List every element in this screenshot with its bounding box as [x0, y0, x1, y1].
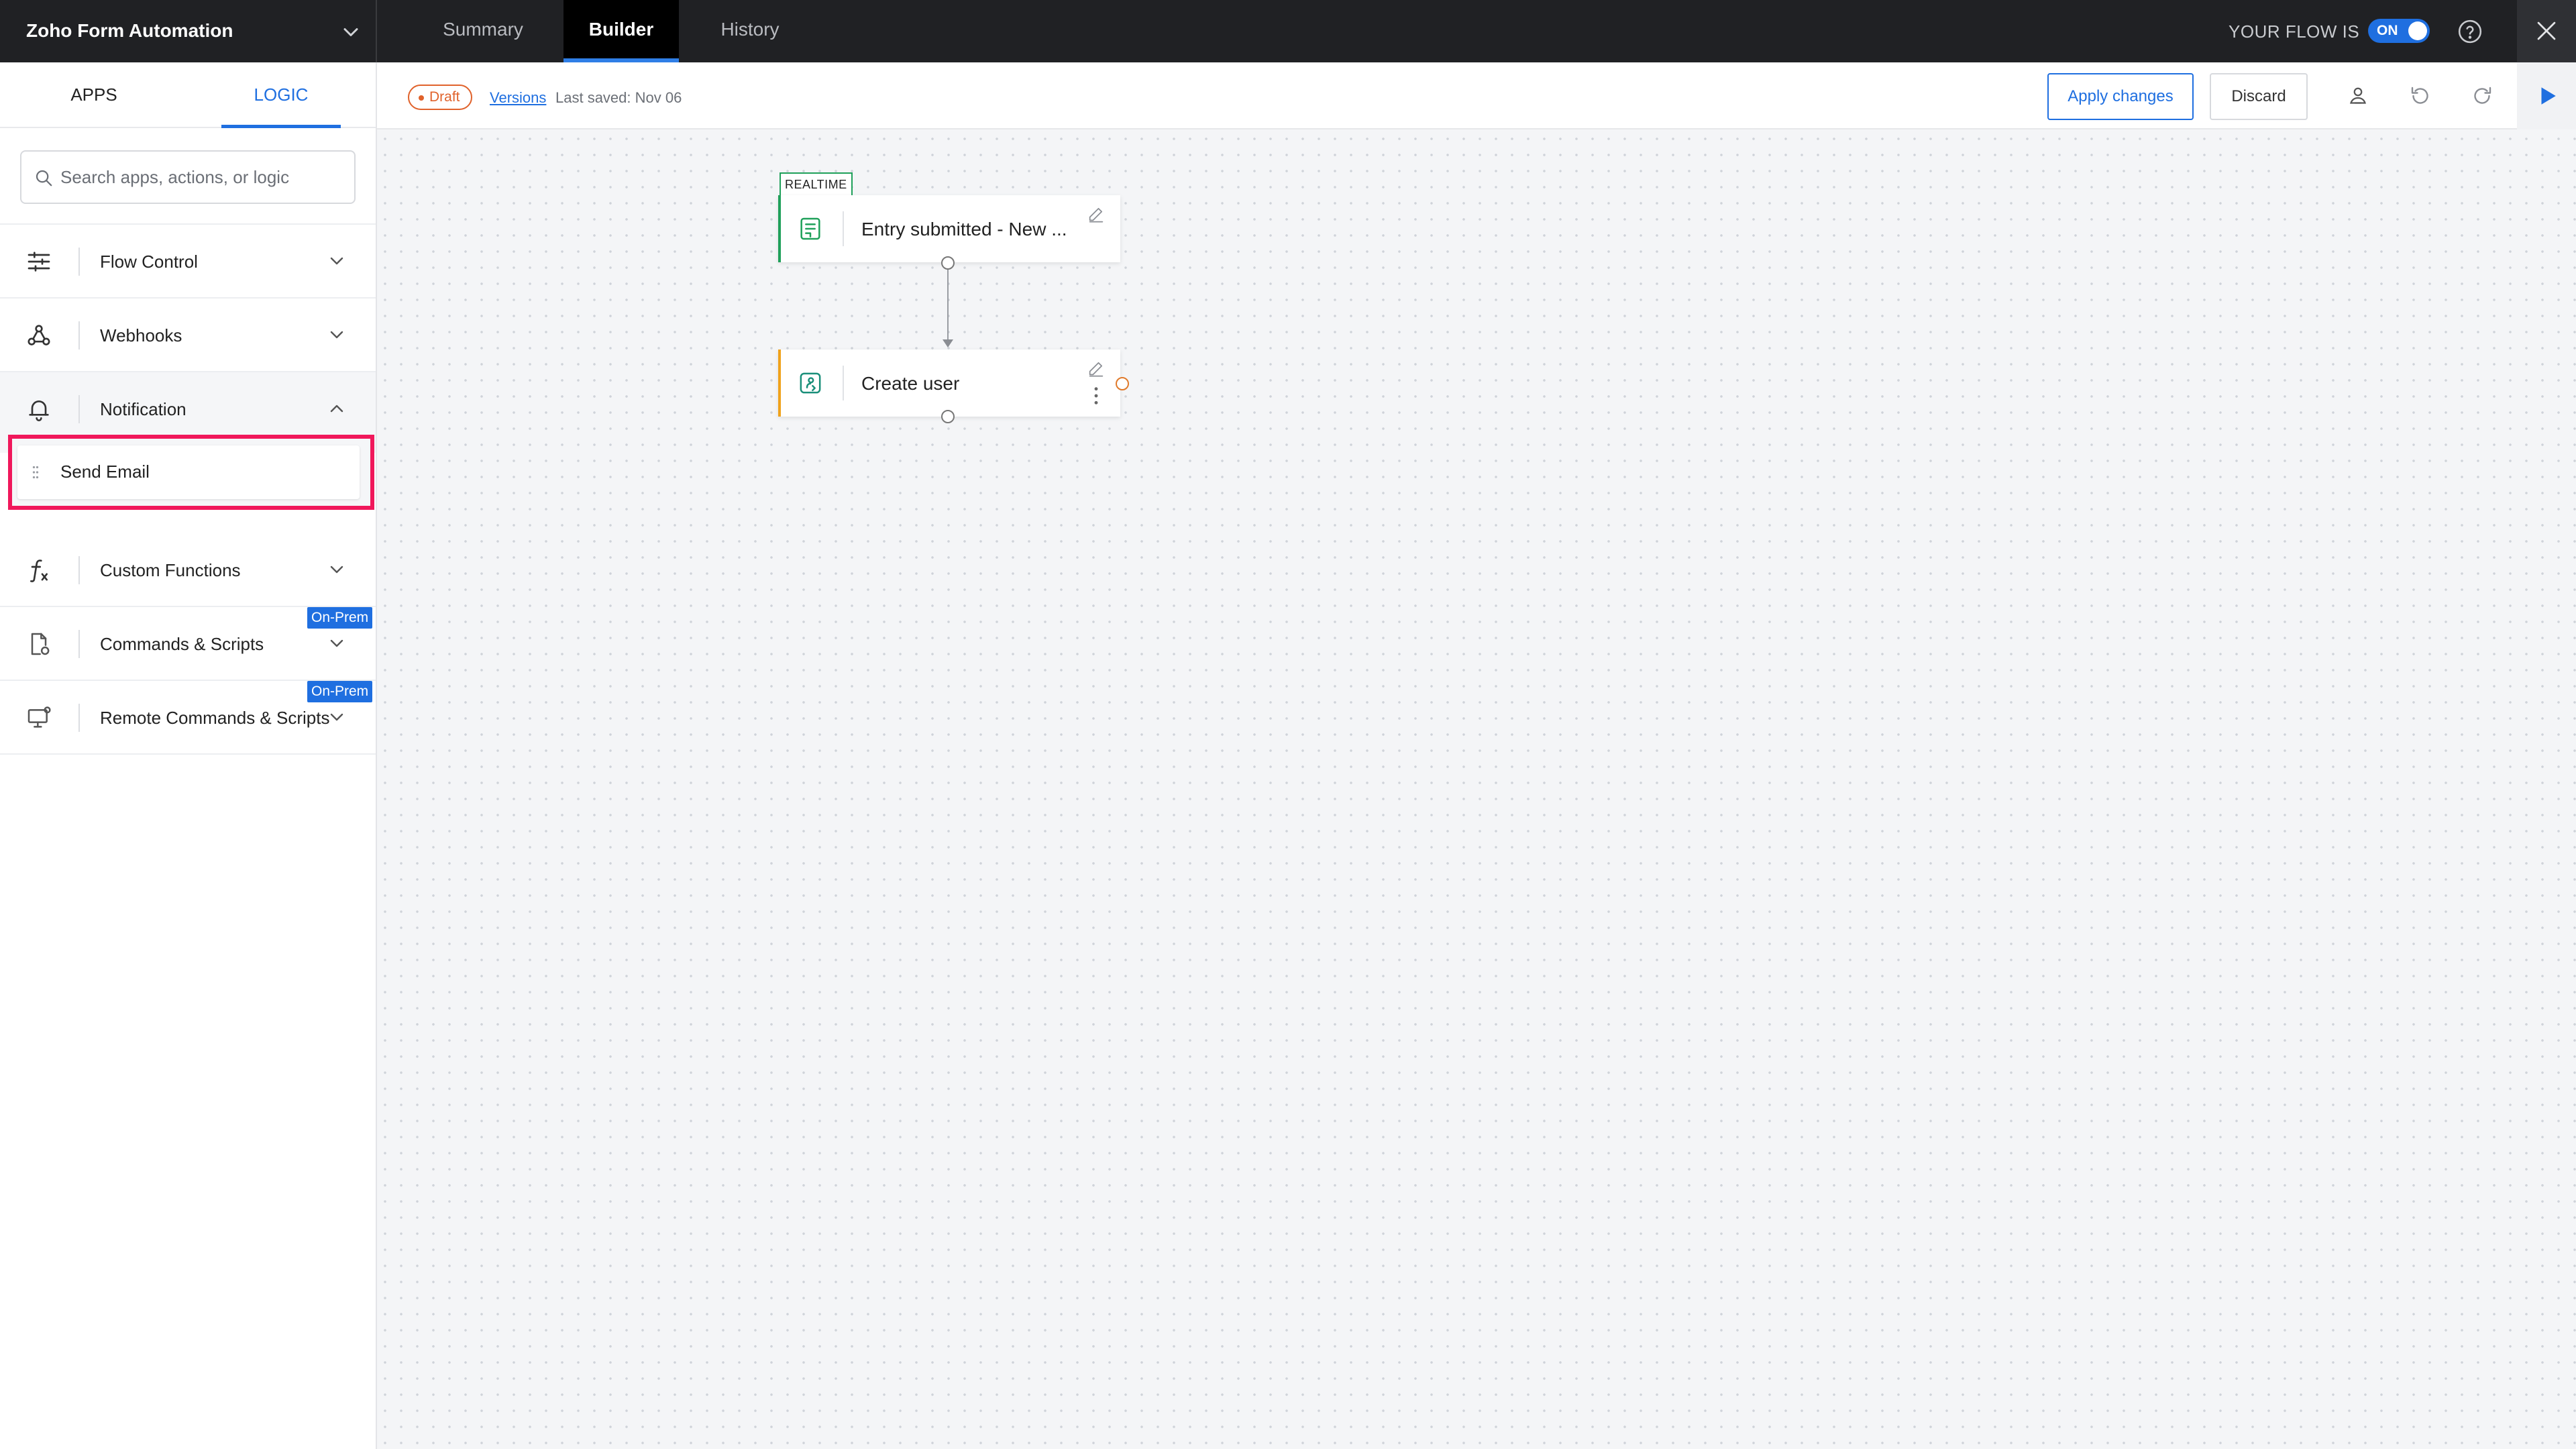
- trigger-node[interactable]: Entry submitted - New ...: [778, 195, 1120, 262]
- node-accent-bar: [778, 195, 781, 262]
- tab-logic[interactable]: LOGIC: [221, 62, 341, 128]
- chevron-down-icon: [330, 566, 343, 574]
- tab-summary[interactable]: Summary: [429, 0, 537, 62]
- action-title: Create user: [861, 373, 960, 394]
- webhook-icon: [28, 325, 50, 345]
- category-commands-scripts[interactable]: On-Prem Commands & Scripts: [0, 607, 376, 681]
- category-remote-commands-scripts[interactable]: On-Prem Remote Commands & Scripts: [0, 681, 376, 755]
- script-file-icon: [31, 633, 50, 655]
- last-saved-text: Last saved: Nov 06: [555, 89, 682, 106]
- apply-changes-button[interactable]: Apply changes: [2047, 73, 2194, 120]
- sidebar: APPS LOGIC Flow Control Webhooks Notific…: [0, 62, 377, 1449]
- edit-pencil-icon[interactable]: [1087, 359, 1106, 378]
- separator: [78, 630, 80, 658]
- action-branch-port[interactable]: [1116, 377, 1129, 390]
- trigger-output-port[interactable]: [941, 256, 955, 270]
- toggle-label: ON: [2377, 23, 2398, 38]
- form-icon: [800, 217, 820, 240]
- flow-status-label: YOUR FLOW IS: [2229, 21, 2360, 42]
- close-button[interactable]: [2517, 0, 2576, 62]
- more-vertical-icon[interactable]: [1091, 386, 1102, 406]
- redo-icon[interactable]: [2470, 84, 2494, 108]
- separator: [843, 366, 844, 400]
- separator: [78, 321, 80, 350]
- status-badge: Draft: [408, 85, 472, 110]
- category-label: Webhooks: [100, 325, 182, 345]
- separator: [78, 556, 80, 584]
- on-prem-badge: On-Prem: [307, 681, 373, 702]
- realtime-tag: REALTIME: [780, 172, 853, 195]
- top-bar: Zoho Form Automation Summary Builder His…: [0, 0, 2576, 62]
- help-icon[interactable]: [2457, 19, 2483, 44]
- flow-name: Zoho Form Automation: [26, 20, 233, 41]
- category-label: Custom Functions: [100, 560, 241, 580]
- tab-builder[interactable]: Builder: [564, 0, 679, 62]
- action-bar: Draft Versions Last saved: Nov 06 Apply …: [377, 62, 2576, 129]
- chevron-down-icon: [330, 713, 343, 721]
- chevron-up-icon: [330, 405, 343, 413]
- test-run-button[interactable]: [2517, 62, 2576, 129]
- bell-icon: [29, 400, 49, 421]
- category-label: Flow Control: [100, 252, 198, 272]
- flow-on-toggle[interactable]: ON: [2368, 19, 2430, 43]
- tab-apps[interactable]: APPS: [0, 62, 188, 128]
- sidebar-tabs: APPS LOGIC: [0, 62, 376, 128]
- toggle-knob: [2408, 21, 2427, 40]
- send-email-highlight: Send Email: [8, 435, 374, 510]
- send-email-item[interactable]: Send Email: [17, 445, 360, 499]
- category-custom-functions[interactable]: Custom Functions: [0, 533, 376, 607]
- trigger-title: Entry submitted - New ...: [861, 219, 1067, 239]
- action-node[interactable]: Create user: [778, 350, 1120, 417]
- on-prem-badge: On-Prem: [307, 607, 373, 629]
- search-input[interactable]: [60, 153, 349, 201]
- action-output-port[interactable]: [941, 410, 955, 423]
- separator: [78, 395, 80, 423]
- node-accent-bar: [778, 350, 781, 417]
- category-label: Commands & Scripts: [100, 634, 264, 654]
- play-icon: [2541, 87, 2556, 105]
- search-icon: [36, 170, 52, 186]
- chevron-down-icon: [330, 331, 343, 339]
- edit-pencil-icon[interactable]: [1087, 205, 1106, 223]
- connector-line: [947, 270, 949, 343]
- versions-link[interactable]: Versions: [490, 88, 546, 108]
- separator: [78, 248, 80, 276]
- send-email-label: Send Email: [60, 462, 150, 482]
- function-icon: [30, 559, 48, 582]
- tab-history[interactable]: History: [702, 0, 798, 62]
- flow-canvas[interactable]: [377, 131, 2576, 1449]
- separator: [843, 211, 844, 246]
- chevron-down-icon: [343, 28, 358, 36]
- flow-selector[interactable]: Zoho Form Automation: [0, 0, 377, 62]
- chevron-down-icon: [330, 639, 343, 647]
- separator: [78, 704, 80, 732]
- user-tool-icon[interactable]: [2346, 84, 2370, 108]
- undo-icon[interactable]: [2408, 84, 2432, 108]
- chevron-down-icon: [330, 257, 343, 265]
- discard-button[interactable]: Discard: [2210, 73, 2308, 120]
- category-label: Notification: [100, 399, 186, 419]
- search-box: [20, 150, 356, 204]
- connector-arrow: [943, 339, 953, 347]
- sliders-icon: [28, 252, 50, 272]
- category-label: Remote Commands & Scripts: [100, 708, 330, 728]
- close-icon: [2537, 21, 2556, 40]
- category-webhooks[interactable]: Webhooks: [0, 299, 376, 372]
- drag-handle-icon: [32, 466, 39, 479]
- remote-monitor-icon: [28, 706, 51, 728]
- category-flow-control[interactable]: Flow Control: [0, 225, 376, 299]
- create-user-app-icon: [800, 372, 821, 394]
